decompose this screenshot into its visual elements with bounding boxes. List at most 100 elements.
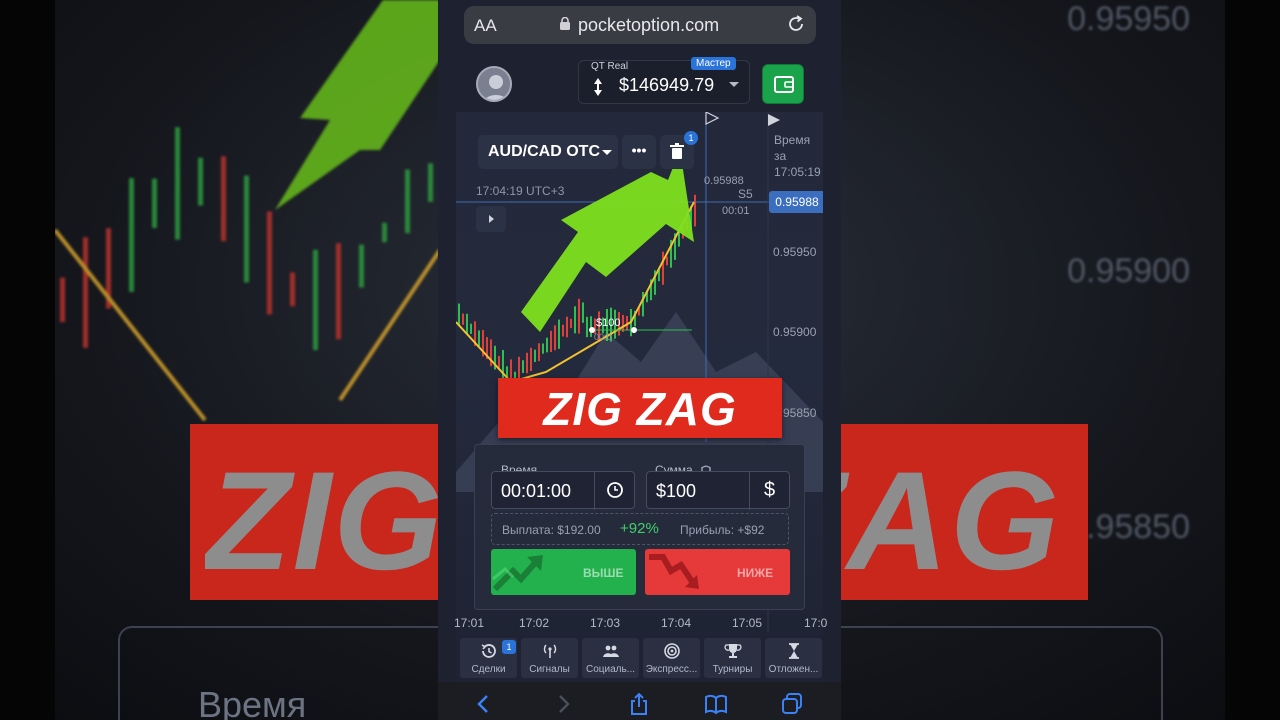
background-zigzag-line [338, 248, 440, 402]
candle [678, 232, 680, 247]
trade-marker [631, 327, 637, 333]
text-size-button[interactable]: AA [474, 16, 497, 36]
time-input[interactable]: 00:01:00 [491, 471, 635, 510]
candle [359, 244, 364, 288]
app-header: QT Real Мастер $146949.79 [456, 48, 823, 112]
candle [462, 313, 464, 325]
nav-trades[interactable]: 1 Сделки [460, 638, 517, 678]
candle [590, 316, 592, 337]
nav-tournaments[interactable]: Турниры [704, 638, 761, 678]
bookmarks-icon[interactable] [704, 692, 728, 716]
expiry-time-panel: Время за 17:05:19 [774, 132, 823, 180]
balance-value: $146949.79 [619, 75, 715, 95]
background-banner-text-left: ZIG ZAG [205, 442, 440, 599]
candle [546, 337, 548, 353]
hourglass-icon [789, 643, 799, 659]
candle [478, 330, 480, 347]
candle [666, 256, 668, 266]
address-bar[interactable]: AA pocketoption.com [464, 6, 816, 44]
trade-timer-label: 00:0 [594, 332, 612, 342]
sell-down-label: НИЖЕ [737, 566, 774, 580]
server-clock: 17:04:19 UTC+3 [476, 184, 565, 198]
candle [570, 318, 572, 329]
nav-signals[interactable]: Сигналы [521, 638, 578, 678]
chevron-down-icon [729, 82, 739, 87]
candle [554, 325, 556, 351]
background-panel-label: Время [198, 684, 307, 720]
asset-selector[interactable]: AUD/CAD OTC [478, 135, 618, 169]
current-price-tag: 0.95988 [769, 191, 823, 213]
nav-label: Отложен... [768, 664, 819, 675]
time-axis-label: 17:02 [519, 616, 550, 630]
candle [522, 360, 524, 373]
wallet-button[interactable] [762, 64, 804, 104]
candle [562, 324, 564, 337]
candle [586, 316, 588, 338]
candle [382, 222, 387, 243]
reload-icon[interactable] [786, 14, 806, 34]
browser-toolbar [438, 682, 841, 720]
candle [578, 298, 580, 334]
candle [470, 323, 472, 334]
candle [566, 316, 568, 338]
history-icon [481, 644, 496, 658]
candle [221, 156, 226, 242]
payout-amount: Выплата: $192.00 [502, 523, 601, 537]
bottom-navigation: 1 Сделки Сигналы Социаль... Экспресс... … [456, 636, 823, 682]
background-arrow-shape [275, 0, 440, 210]
forward-icon[interactable] [551, 692, 575, 716]
play-icon [489, 215, 494, 223]
candle [622, 314, 624, 332]
nav-label: Турниры [712, 664, 753, 675]
expiry-time-label: Время за [774, 133, 811, 163]
nav-express[interactable]: Экспресс... [643, 638, 700, 678]
crosshair-price: 0.95988 [704, 175, 744, 187]
trade-panel: Время 00:01:00 Сумма $100 $ Выплата: $19… [474, 444, 805, 610]
back-icon[interactable] [472, 692, 496, 716]
candle [428, 163, 433, 202]
balance-selector[interactable]: QT Real Мастер $146949.79 [578, 57, 750, 104]
status-badge: Мастер [691, 57, 736, 70]
user-icon [484, 75, 508, 100]
candle [662, 251, 664, 285]
time-axis-label: 17:0 [804, 616, 828, 630]
nav-pending[interactable]: Отложен... [765, 638, 822, 678]
asset-name: AUD/CAD OTC [488, 143, 600, 160]
account-type: QT Real [591, 61, 629, 72]
buy-up-button[interactable]: ВЫШЕ [491, 549, 636, 595]
time-axis-label: 17:01 [454, 616, 485, 630]
currency-button[interactable]: $ [749, 472, 789, 510]
candle [466, 313, 468, 335]
signal-icon [543, 644, 557, 658]
share-icon[interactable] [627, 692, 651, 716]
time-input-value: 00:01:00 [501, 481, 572, 501]
lock-icon [560, 17, 570, 30]
trade-count-badge: 1 [684, 131, 698, 145]
sell-down-button[interactable]: НИЖЕ [645, 549, 790, 595]
candle [558, 319, 560, 349]
title-banner: ZIG ZAG [498, 378, 782, 438]
time-picker-button[interactable] [594, 472, 634, 510]
play-button[interactable] [476, 206, 506, 232]
candle [526, 352, 528, 374]
swap-arrows-icon [594, 78, 602, 96]
clock-icon [607, 482, 623, 498]
letterbox-left [0, 0, 55, 720]
candle [198, 157, 203, 206]
candle [152, 178, 157, 228]
trade-amount-label: $100 [596, 317, 621, 329]
chevron-down-icon [602, 150, 612, 155]
expiry-time-value: 17:05:19 [774, 165, 821, 179]
nav-social[interactable]: Социаль... [582, 638, 639, 678]
candle [530, 347, 532, 372]
tabs-icon[interactable] [780, 692, 804, 716]
trades-count-badge: 1 [502, 640, 516, 654]
more-button[interactable]: ••• [622, 135, 656, 169]
target-icon [664, 643, 680, 659]
letterbox-right [1225, 0, 1280, 720]
trophy-icon [724, 644, 742, 658]
amount-input[interactable]: $100 $ [646, 471, 790, 510]
avatar[interactable] [476, 66, 512, 102]
flag-icon [768, 114, 780, 126]
url-domain: pocketoption.com [578, 15, 720, 35]
